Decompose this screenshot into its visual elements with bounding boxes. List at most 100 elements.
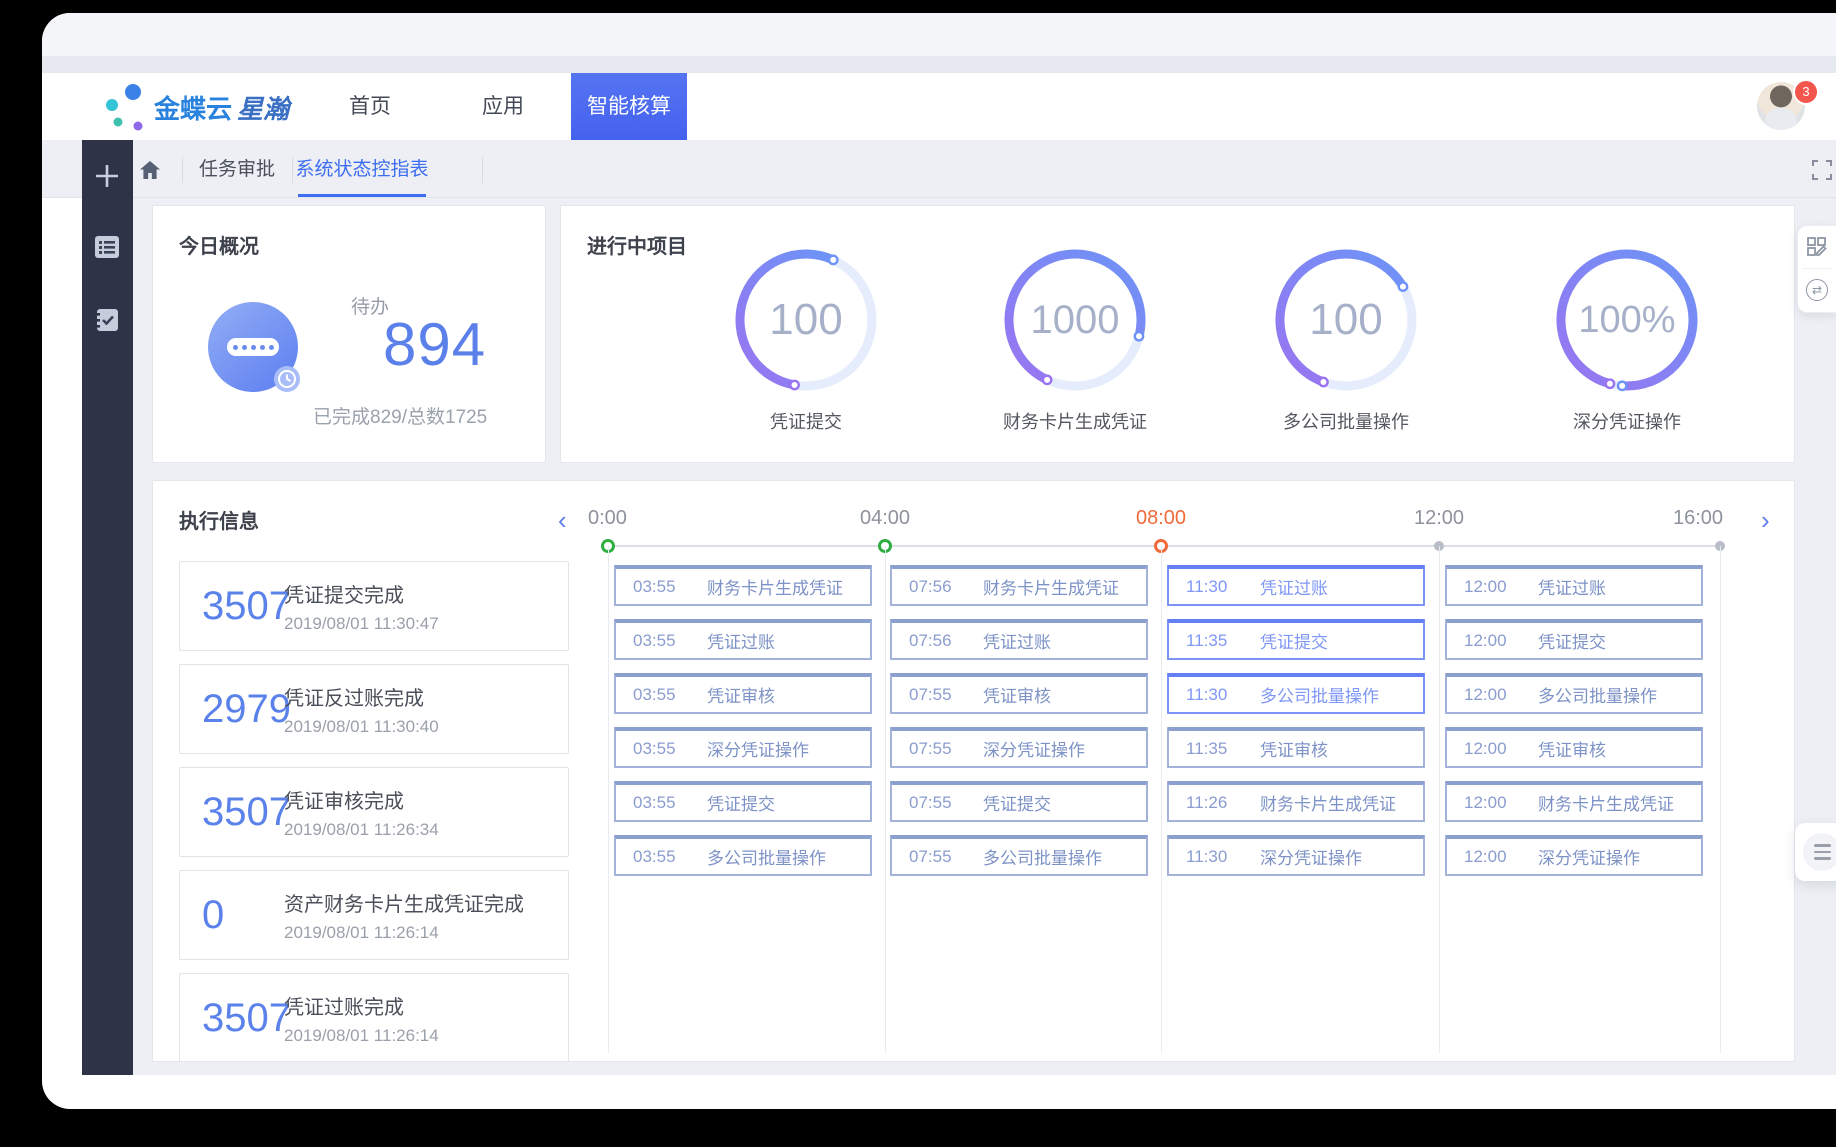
nav-item-smart-accounting[interactable]: 智能核算	[571, 73, 687, 140]
event-label: 深分凭证操作	[707, 736, 809, 761]
event-label: 凭证审核	[707, 682, 775, 707]
tab-task-approval[interactable]: 任务审批	[182, 141, 292, 198]
event-label: 深分凭证操作	[1538, 844, 1640, 869]
event-time: 11:35	[1169, 739, 1260, 759]
event-chip[interactable]: 12:00凭证过账	[1445, 565, 1703, 606]
event-chip[interactable]: 12:00财务卡片生成凭证	[1445, 781, 1703, 822]
plus-icon[interactable]	[93, 162, 121, 190]
event-chip[interactable]: 07:56凭证过账	[890, 619, 1148, 660]
event-label: 财务卡片生成凭证	[1538, 790, 1674, 815]
event-time: 12:00	[1447, 847, 1538, 867]
event-time: 07:56	[892, 631, 983, 651]
progress-gauge: 100凭证提交	[696, 236, 916, 434]
event-label: 凭证审核	[1538, 736, 1606, 761]
window-top-strip	[42, 13, 1836, 73]
execution-stat-card[interactable]: 2979凭证反过账完成2019/08/01 11:30:40	[179, 664, 569, 754]
layout-edit-button[interactable]	[1798, 226, 1836, 268]
event-chip[interactable]: 03:55凭证过账	[614, 619, 872, 660]
progress-gauge: 100%深分凭证操作	[1517, 236, 1737, 434]
today-card-title: 今日概况	[179, 230, 259, 259]
event-label: 凭证审核	[1260, 736, 1328, 761]
event-chip[interactable]: 12:00凭证提交	[1445, 619, 1703, 660]
event-chip[interactable]: 11:35凭证审核	[1167, 727, 1425, 768]
execution-stat-card[interactable]: 3507凭证提交完成2019/08/01 11:30:47	[179, 561, 569, 651]
switch-view-button[interactable]: ⇄	[1798, 269, 1836, 311]
event-chip[interactable]: 07:55凭证提交	[890, 781, 1148, 822]
event-label: 凭证审核	[983, 682, 1051, 707]
event-label: 凭证过账	[707, 628, 775, 653]
event-chip[interactable]: 07:55凭证审核	[890, 673, 1148, 714]
event-time: 12:00	[1447, 577, 1538, 597]
event-chip[interactable]: 11:35凭证提交	[1167, 619, 1425, 660]
event-label: 多公司批量操作	[983, 844, 1102, 869]
event-label: 凭证提交	[1538, 628, 1606, 653]
event-time: 12:00	[1447, 793, 1538, 813]
event-label: 凭证过账	[983, 628, 1051, 653]
nav-item-home[interactable]: 首页	[330, 73, 410, 140]
fullscreen-icon[interactable]	[1810, 158, 1834, 182]
layout-edit-icon	[1806, 236, 1828, 258]
event-label: 凭证提交	[983, 790, 1051, 815]
notification-badge: 3	[1793, 79, 1819, 105]
event-label: 深分凭证操作	[983, 736, 1085, 761]
nav-item-apps[interactable]: 应用	[463, 73, 543, 140]
grid-line	[1720, 546, 1721, 1053]
task-list-icon[interactable]	[93, 233, 121, 261]
menu-icon	[1803, 833, 1836, 871]
event-chip[interactable]: 03:55深分凭证操作	[614, 727, 872, 768]
event-time: 12:00	[1447, 739, 1538, 759]
execution-card: 执行信息 ‹ › 0:00 04:00 08:00 12:00 16:00 35…	[152, 480, 1795, 1062]
event-column: 11:30凭证过账11:35凭证提交11:30多公司批量操作11:35凭证审核1…	[1167, 565, 1425, 889]
progress-gauge: 100多公司批量操作	[1236, 236, 1456, 434]
event-chip[interactable]: 03:55凭证审核	[614, 673, 872, 714]
event-time: 11:30	[1169, 685, 1260, 705]
clock-icon	[273, 365, 301, 393]
event-label: 多公司批量操作	[1260, 682, 1379, 707]
gauge-caption: 财务卡片生成凭证	[965, 408, 1185, 434]
event-time: 07:55	[892, 685, 983, 705]
task-book-icon[interactable]	[93, 306, 121, 334]
floating-menu-button[interactable]	[1795, 823, 1836, 881]
event-time: 12:00	[1447, 685, 1538, 705]
execution-card-title: 执行信息	[179, 505, 259, 534]
grid-line	[1439, 546, 1440, 1053]
event-chip[interactable]: 12:00深分凭证操作	[1445, 835, 1703, 876]
event-time: 03:55	[616, 577, 707, 597]
tab-system-status-dashboard[interactable]: 系统状态控指表	[292, 141, 432, 198]
execution-stat-card[interactable]: 3507凭证过账完成2019/08/01 11:26:14	[179, 973, 569, 1062]
todo-code-pill	[227, 338, 279, 356]
event-chip[interactable]: 07:55深分凭证操作	[890, 727, 1148, 768]
axis-label-0000: 0:00	[588, 507, 658, 530]
chevron-left-icon[interactable]: ‹	[558, 507, 567, 533]
event-chip[interactable]: 03:55凭证提交	[614, 781, 872, 822]
event-label: 深分凭证操作	[1260, 844, 1362, 869]
event-chip[interactable]: 07:56财务卡片生成凭证	[890, 565, 1148, 606]
exchange-icon: ⇄	[1806, 279, 1828, 301]
event-chip[interactable]: 07:55多公司批量操作	[890, 835, 1148, 876]
execution-stat-card[interactable]: 3507凭证审核完成2019/08/01 11:26:34	[179, 767, 569, 857]
gauge-caption: 凭证提交	[696, 408, 916, 434]
todo-summary: 已完成829/总数1725	[313, 402, 487, 429]
event-chip[interactable]: 03:55财务卡片生成凭证	[614, 565, 872, 606]
event-chip[interactable]: 11:30深分凭证操作	[1167, 835, 1425, 876]
todo-icon	[208, 302, 298, 392]
event-time: 11:35	[1169, 631, 1260, 651]
active-tab-underline	[298, 194, 426, 197]
execution-stat-card[interactable]: 0资产财务卡片生成凭证完成2019/08/01 11:26:14	[179, 870, 569, 960]
home-icon[interactable]	[138, 158, 162, 182]
execution-stats-list: 3507凭证提交完成2019/08/01 11:30:47 2979凭证反过账完成…	[179, 561, 569, 1062]
stat-value: 3507	[180, 790, 284, 835]
event-time: 11:30	[1169, 577, 1260, 597]
axis-label-1600: 16:00	[1653, 507, 1743, 530]
event-chip[interactable]: 11:30凭证过账	[1167, 565, 1425, 606]
grid-line	[885, 546, 886, 1053]
event-chip[interactable]: 11:26财务卡片生成凭证	[1167, 781, 1425, 822]
event-chip[interactable]: 11:30多公司批量操作	[1167, 673, 1425, 714]
axis-label-1200: 12:00	[1394, 507, 1484, 530]
brand-name: 金蝶云星瀚	[154, 89, 289, 126]
event-chip[interactable]: 12:00凭证审核	[1445, 727, 1703, 768]
event-chip[interactable]: 03:55多公司批量操作	[614, 835, 872, 876]
chevron-right-icon[interactable]: ›	[1761, 507, 1770, 533]
stat-title: 凭证反过账完成	[284, 682, 568, 711]
event-chip[interactable]: 12:00多公司批量操作	[1445, 673, 1703, 714]
